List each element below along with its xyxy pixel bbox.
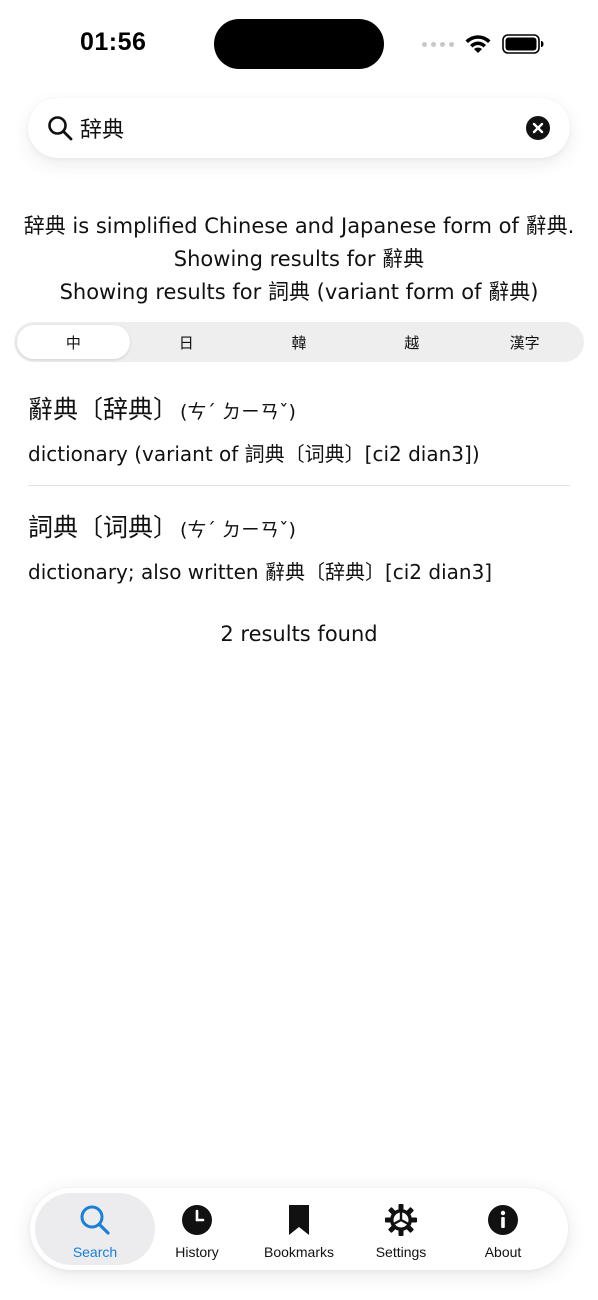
result-zhuyin: (ㄘˊ ㄉㄧㄢˇ) [180,401,296,423]
segment-korean[interactable]: 韓 [243,325,356,359]
dynamic-island [214,19,384,69]
tab-bar: Search History Bookmarks Settings About [30,1188,568,1270]
result-item[interactable]: 辭典〔辞典〕 (ㄘˊ ㄉㄧㄢˇ) dictionary (variant of 詞… [28,382,570,485]
language-segmented-control: 中 日 韓 越 漢字 [14,322,584,362]
battery-icon [502,34,544,54]
status-time: 01:56 [80,28,147,56]
result-heading: 辭典〔辞典〕 (ㄘˊ ㄉㄧㄢˇ) [28,390,570,433]
info-showing-results: Showing results for 辭典 [173,247,425,271]
result-definition: dictionary (variant of 詞典〔词典〕[ci2 dian3]… [28,442,480,466]
result-item[interactable]: 詞典〔词典〕 (ㄘˊ ㄉㄧㄢˇ) dictionary; also written… [28,485,570,603]
clear-search-button[interactable] [526,116,550,140]
result-heading: 詞典〔词典〕 (ㄘˊ ㄉㄧㄢˇ) [28,508,570,551]
clock-icon [182,1205,212,1235]
info-icon [488,1205,518,1235]
search-icon [80,1205,110,1235]
wifi-icon [465,35,491,53]
tab-label: About [484,1244,522,1260]
result-zhuyin: (ㄘˊ ㄉㄧㄢˇ) [180,519,296,541]
search-icon [48,116,73,141]
status-bar: 01:56 [0,0,598,90]
bookmark-icon [289,1205,309,1235]
segment-chinese[interactable]: 中 [17,325,130,359]
results-list: 辭典〔辞典〕 (ㄘˊ ㄉㄧㄢˇ) dictionary (variant of 詞… [28,382,570,603]
tab-about[interactable]: About [443,1193,563,1265]
info-simplified-form: 辞典 is simplified Chinese and Japanese fo… [23,214,575,238]
search-bar [28,98,570,158]
segment-vietnamese[interactable]: 越 [355,325,468,359]
result-word: 辭典〔辞典〕 [28,395,179,424]
gear-icon [385,1204,417,1236]
search-input[interactable] [80,108,520,148]
status-icons [422,32,544,56]
segment-kanji[interactable]: 漢字 [468,325,581,359]
segment-japanese[interactable]: 日 [130,325,243,359]
cellular-signal-icon [422,41,454,47]
info-showing-variant: Showing results for 詞典 (variant form of … [59,280,539,304]
result-definition: dictionary; also written 辭典〔辞典〕[ci2 dian… [28,560,493,584]
result-word: 詞典〔词典〕 [28,513,179,542]
search-info: 辞典 is simplified Chinese and Japanese fo… [0,210,598,309]
results-count: 2 results found [220,622,378,646]
